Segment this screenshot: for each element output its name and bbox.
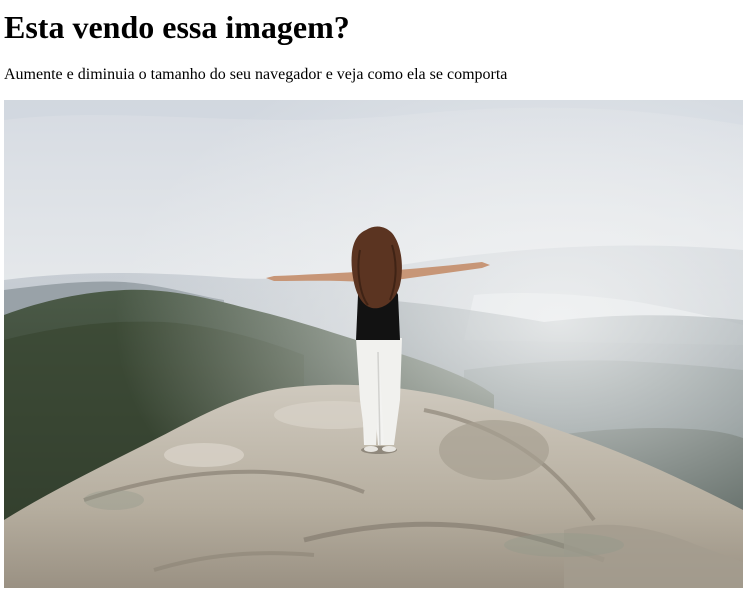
mountain-photo — [4, 100, 743, 588]
page-title: Esta vendo essa imagem? — [4, 9, 350, 45]
page-subtitle: Aumente e diminuia o tamanho do seu nave… — [4, 66, 508, 83]
page: Esta vendo essa imagem? Aumente e diminu… — [0, 0, 752, 595]
mountain-photo-graphic — [4, 100, 743, 588]
